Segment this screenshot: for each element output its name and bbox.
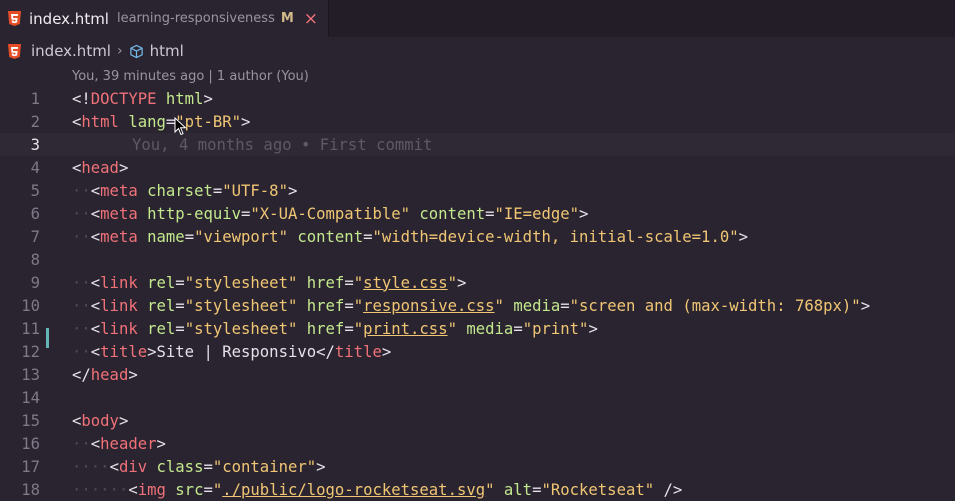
code-text: ··<link rel="stylesheet" href="style.css… [72,273,467,292]
html5-icon [8,43,21,59]
code-text: <!DOCTYPE html> [72,89,213,108]
tab-folder: learning-responsiveness [116,11,275,26]
line-number: 17 [21,457,40,476]
code-text: ··<link rel="stylesheet" href="print.css… [72,319,598,338]
line-number: 1 [30,89,40,108]
line-number: 12 [21,342,40,361]
code-text: ··<title>Site | Responsivo</title> [72,342,392,361]
code-text: ··<meta http-equiv="X-UA-Compatible" con… [72,204,589,223]
close-icon[interactable]: × [304,9,318,29]
code-editor[interactable]: 1 <!DOCTYPE html> 2 <html lang="pt-BR"> … [0,87,955,501]
code-line[interactable]: 7 ··<meta name="viewport" content="width… [0,225,955,248]
code-text: <head> [72,158,129,177]
code-line[interactable]: 2 <html lang="pt-BR"> [0,110,955,133]
line-number: 8 [30,250,40,269]
line-number: 5 [30,181,40,200]
line-number: 18 [21,480,40,499]
code-line[interactable]: 5 ··<meta charset="UTF-8"> [0,179,955,202]
modified-badge: M [280,11,294,26]
code-line[interactable]: 10 ··<link rel="stylesheet" href="respon… [0,294,955,317]
line-number: 16 [21,434,40,453]
code-text: ··<header> [72,434,166,453]
code-text: ··<meta charset="UTF-8"> [72,181,298,200]
code-line-current[interactable]: 3 You, 4 months ago • First commit [0,133,955,156]
code-line[interactable]: 16 ··<header> [0,432,955,455]
code-text: ····<div class="container"> [72,457,326,476]
line-number: 2 [30,112,40,131]
code-line[interactable]: 17 ····<div class="container"> [0,455,955,478]
html5-icon [8,11,21,26]
line-number: 15 [21,411,40,430]
breadcrumb-file[interactable]: index.html [31,42,111,60]
line-number: 6 [30,204,40,223]
line-number: 3 [30,135,40,154]
chevron-right-icon: › [116,43,123,59]
breadcrumb-symbol[interactable]: html [150,42,184,60]
code-line[interactable]: 11 ··<link rel="stylesheet" href="print.… [0,317,955,340]
tab-bar: index.html learning-responsiveness M × [0,0,955,37]
line-number: 14 [21,388,40,407]
mouse-cursor-icon [174,117,187,136]
code-text: </head> [72,365,138,384]
code-line[interactable]: 13 </head> [0,363,955,386]
code-text: <body> [72,411,129,430]
code-line[interactable]: 1 <!DOCTYPE html> [0,87,955,110]
breadcrumb: index.html › html [0,37,955,65]
git-blame-header[interactable]: You, 39 minutes ago | 1 author (You) [0,65,955,87]
line-number: 13 [21,365,40,384]
code-line[interactable]: 6 ··<meta http-equiv="X-UA-Compatible" c… [0,202,955,225]
code-line[interactable]: 9 ··<link rel="stylesheet" href="style.c… [0,271,955,294]
line-number: 9 [30,273,40,292]
cube-icon [129,44,143,58]
code-line[interactable]: 18 ······<img src="./public/logo-rockets… [0,478,955,501]
tab-index-html[interactable]: index.html learning-responsiveness M × [0,0,330,37]
line-number: 7 [30,227,40,246]
tab-filename: index.html [29,9,109,28]
code-line[interactable]: 15 <body> [0,409,955,432]
code-line[interactable]: 12 ··<title>Site | Responsivo</title> [0,340,955,363]
line-number: 4 [30,158,40,177]
code-text: ··<meta name="viewport" content="width=d… [72,227,749,246]
inline-blame: You, 4 months ago • First commit [132,135,433,154]
code-line[interactable]: 14 [0,386,955,409]
code-text: ··<link rel="stylesheet" href="responsiv… [72,296,871,315]
code-text: ······<img src="./public/logo-rocketseat… [72,480,683,499]
code-line[interactable]: 8 [0,248,955,271]
code-line[interactable]: 4 <head> [0,156,955,179]
line-number: 11 [21,319,40,338]
code-text: <html lang="pt-BR"> [72,112,251,131]
line-number: 10 [21,296,40,315]
